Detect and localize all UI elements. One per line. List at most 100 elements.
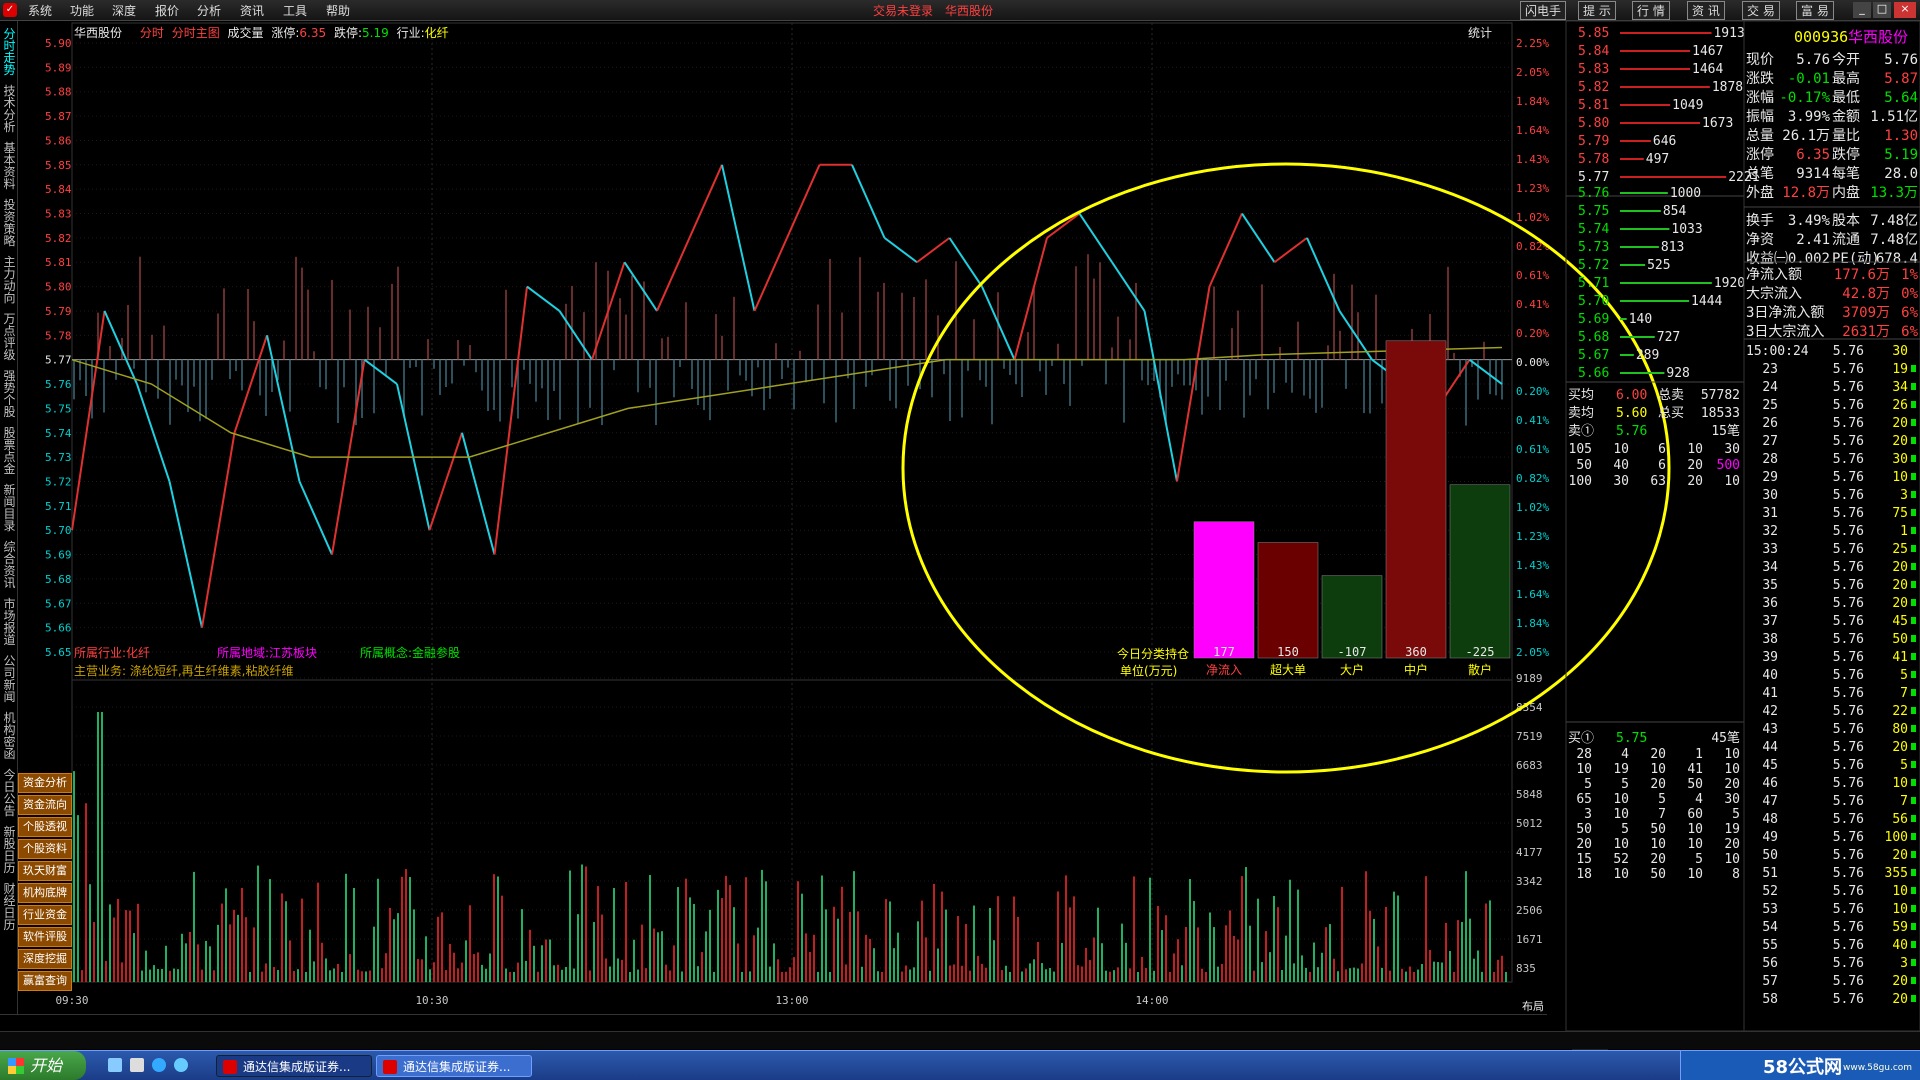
tick-minute: 41 [1762,686,1778,701]
ie-icon[interactable] [152,1058,166,1072]
sell-queue-cell: 6 [1658,442,1666,457]
tick-volume: 45 [1892,614,1908,629]
price-tick-label: 5.76 [45,378,72,391]
sell-queue-cell: 40 [1613,458,1629,473]
tick-direction-icon [1911,923,1916,930]
tick-minute: 53 [1762,902,1778,917]
pct-tick-label: 1.23% [1516,530,1549,543]
quote-value: 5.87 [1884,71,1918,87]
left-tab-3[interactable]: 投资策略 [2,199,17,247]
left-tab-6[interactable]: 强势个股 [2,370,17,418]
left-tab-1[interactable]: 技术分析 [2,85,17,133]
quote-label: 涨跌 [1746,71,1774,87]
pct-tick-label: 0.61% [1516,269,1549,282]
left-tab-4[interactable]: 主力动向 [2,256,17,304]
side-btn-stock-view[interactable]: 个股透视 [18,817,72,837]
tick-price: 5.76 [1833,848,1864,863]
left-tab-9[interactable]: 综合资讯 [2,541,17,589]
side-btn-institution[interactable]: 机构底牌 [18,883,72,903]
tick-price: 5.76 [1833,542,1864,557]
task-tdx-1[interactable]: 通达信集成版证券... [216,1055,372,1077]
buy-queue-cell: 60 [1687,807,1703,822]
price-line-segment [721,164,756,312]
highlight-ellipse [901,162,1671,774]
desktop-icon[interactable] [130,1058,144,1072]
left-tab-10[interactable]: 市场报道 [2,598,17,646]
tick-minute: 48 [1762,812,1778,827]
fund-bar-value: -225 [1466,645,1495,659]
side-btn-industry-fund[interactable]: 行业资金 [18,905,72,925]
side-btn-stock-profile[interactable]: 个股资料 [18,839,72,859]
side-btn-fund-flow[interactable]: 资金流向 [18,795,72,815]
tick-volume: 5 [1900,668,1908,683]
left-tab-13[interactable]: 今日公告 [2,769,17,817]
tick-price: 5.76 [1833,344,1864,359]
tick-volume: 20 [1892,560,1908,575]
sell-queue-cell: 50 [1576,458,1592,473]
start-button[interactable]: 开始 [0,1051,86,1080]
quote-label: 总量 [1746,128,1774,144]
tick-price: 5.76 [1833,452,1864,467]
tick-volume: 56 [1892,812,1908,827]
tick-minute: 25 [1762,398,1778,413]
task-tdx-2[interactable]: 通达信集成版证券... [376,1055,532,1077]
chart-item-volume[interactable]: 成交量 [228,26,264,40]
volume-tick-label: 7519 [1516,730,1543,743]
tick-price: 5.76 [1833,524,1864,539]
layout-button[interactable]: 布局 [1522,998,1544,1014]
buy-queue-cell: 3 [1584,807,1592,822]
price-tick-label: 5.65 [45,646,72,659]
buy-queue-cell: 5 [1658,792,1666,807]
chart-item-main[interactable]: 分时主图 [172,26,220,40]
chart-item-fenshi[interactable]: 分时 [140,26,164,40]
bid-price: 5.76 [1578,186,1609,201]
tick-price: 5.76 [1833,704,1864,719]
tick-price: 5.76 [1833,416,1864,431]
side-btn-deep-mining[interactable]: 深度挖掘 [18,949,72,969]
quicklaunch-icon[interactable] [108,1058,122,1072]
buy-queue-cell: 10 [1576,762,1592,777]
left-tab-0[interactable]: 分时走势 [2,28,17,76]
left-tab-5[interactable]: 万点评级 [2,313,17,361]
left-tab-7[interactable]: 股票点金 [2,427,17,475]
tick-direction-icon [1911,383,1916,390]
tick-direction-icon [1911,959,1916,966]
tick-minute: 46 [1762,776,1778,791]
left-tab-12[interactable]: 机构密函 [2,712,17,760]
tick-price: 5.76 [1833,686,1864,701]
tick-minute: 34 [1762,560,1778,575]
fund-bar-label: 散户 [1468,662,1492,677]
left-tab-11[interactable]: 公司新闻 [2,655,17,703]
side-btn-jiutian[interactable]: 玖天财富 [18,861,72,881]
sell1-count: 15笔 [1711,423,1740,439]
quote-value: 26.1万 [1782,128,1830,144]
tick-price: 5.76 [1833,902,1864,917]
price-tick-label: 5.69 [45,549,72,562]
tick-minute: 28 [1762,452,1778,467]
left-tab-14[interactable]: 新股日历 [2,826,17,874]
tick-volume: 59 [1892,920,1908,935]
extension-toolbar [0,1031,1920,1049]
tick-direction-icon [1911,743,1916,750]
chart-header: 华西股份 分时 分时主图 成交量 涨停:6.35 跌停:5.19 行业:化纤 [74,24,449,41]
pct-tick-label: 0.20% [1516,327,1549,340]
tick-volume: 50 [1892,632,1908,647]
tick-price: 5.76 [1833,362,1864,377]
tick-minute: 44 [1762,740,1778,755]
side-btn-fund-analysis[interactable]: 资金分析 [18,773,72,793]
left-tab-8[interactable]: 新闻目录 [2,484,17,532]
tick-minute: 37 [1762,614,1778,629]
tick-price: 5.76 [1833,578,1864,593]
browser-icon[interactable] [174,1058,188,1072]
side-btn-rating[interactable]: 软件评股 [18,927,72,947]
side-btn-yingfu[interactable]: 赢富查询 [18,971,72,991]
buy-queue-cell: 10 [1724,762,1740,777]
sell-queue-cell: 20 [1687,458,1703,473]
quote-label: 外盘 [1746,184,1774,201]
left-tab-15[interactable]: 财经日历 [2,883,17,931]
stat-button[interactable]: 统计 [1468,24,1492,41]
tick-volume: 20 [1892,740,1908,755]
left-tab-2[interactable]: 基本资料 [2,142,17,190]
quote-label: 涨幅 [1746,90,1774,106]
tick-minute: 54 [1762,920,1778,935]
